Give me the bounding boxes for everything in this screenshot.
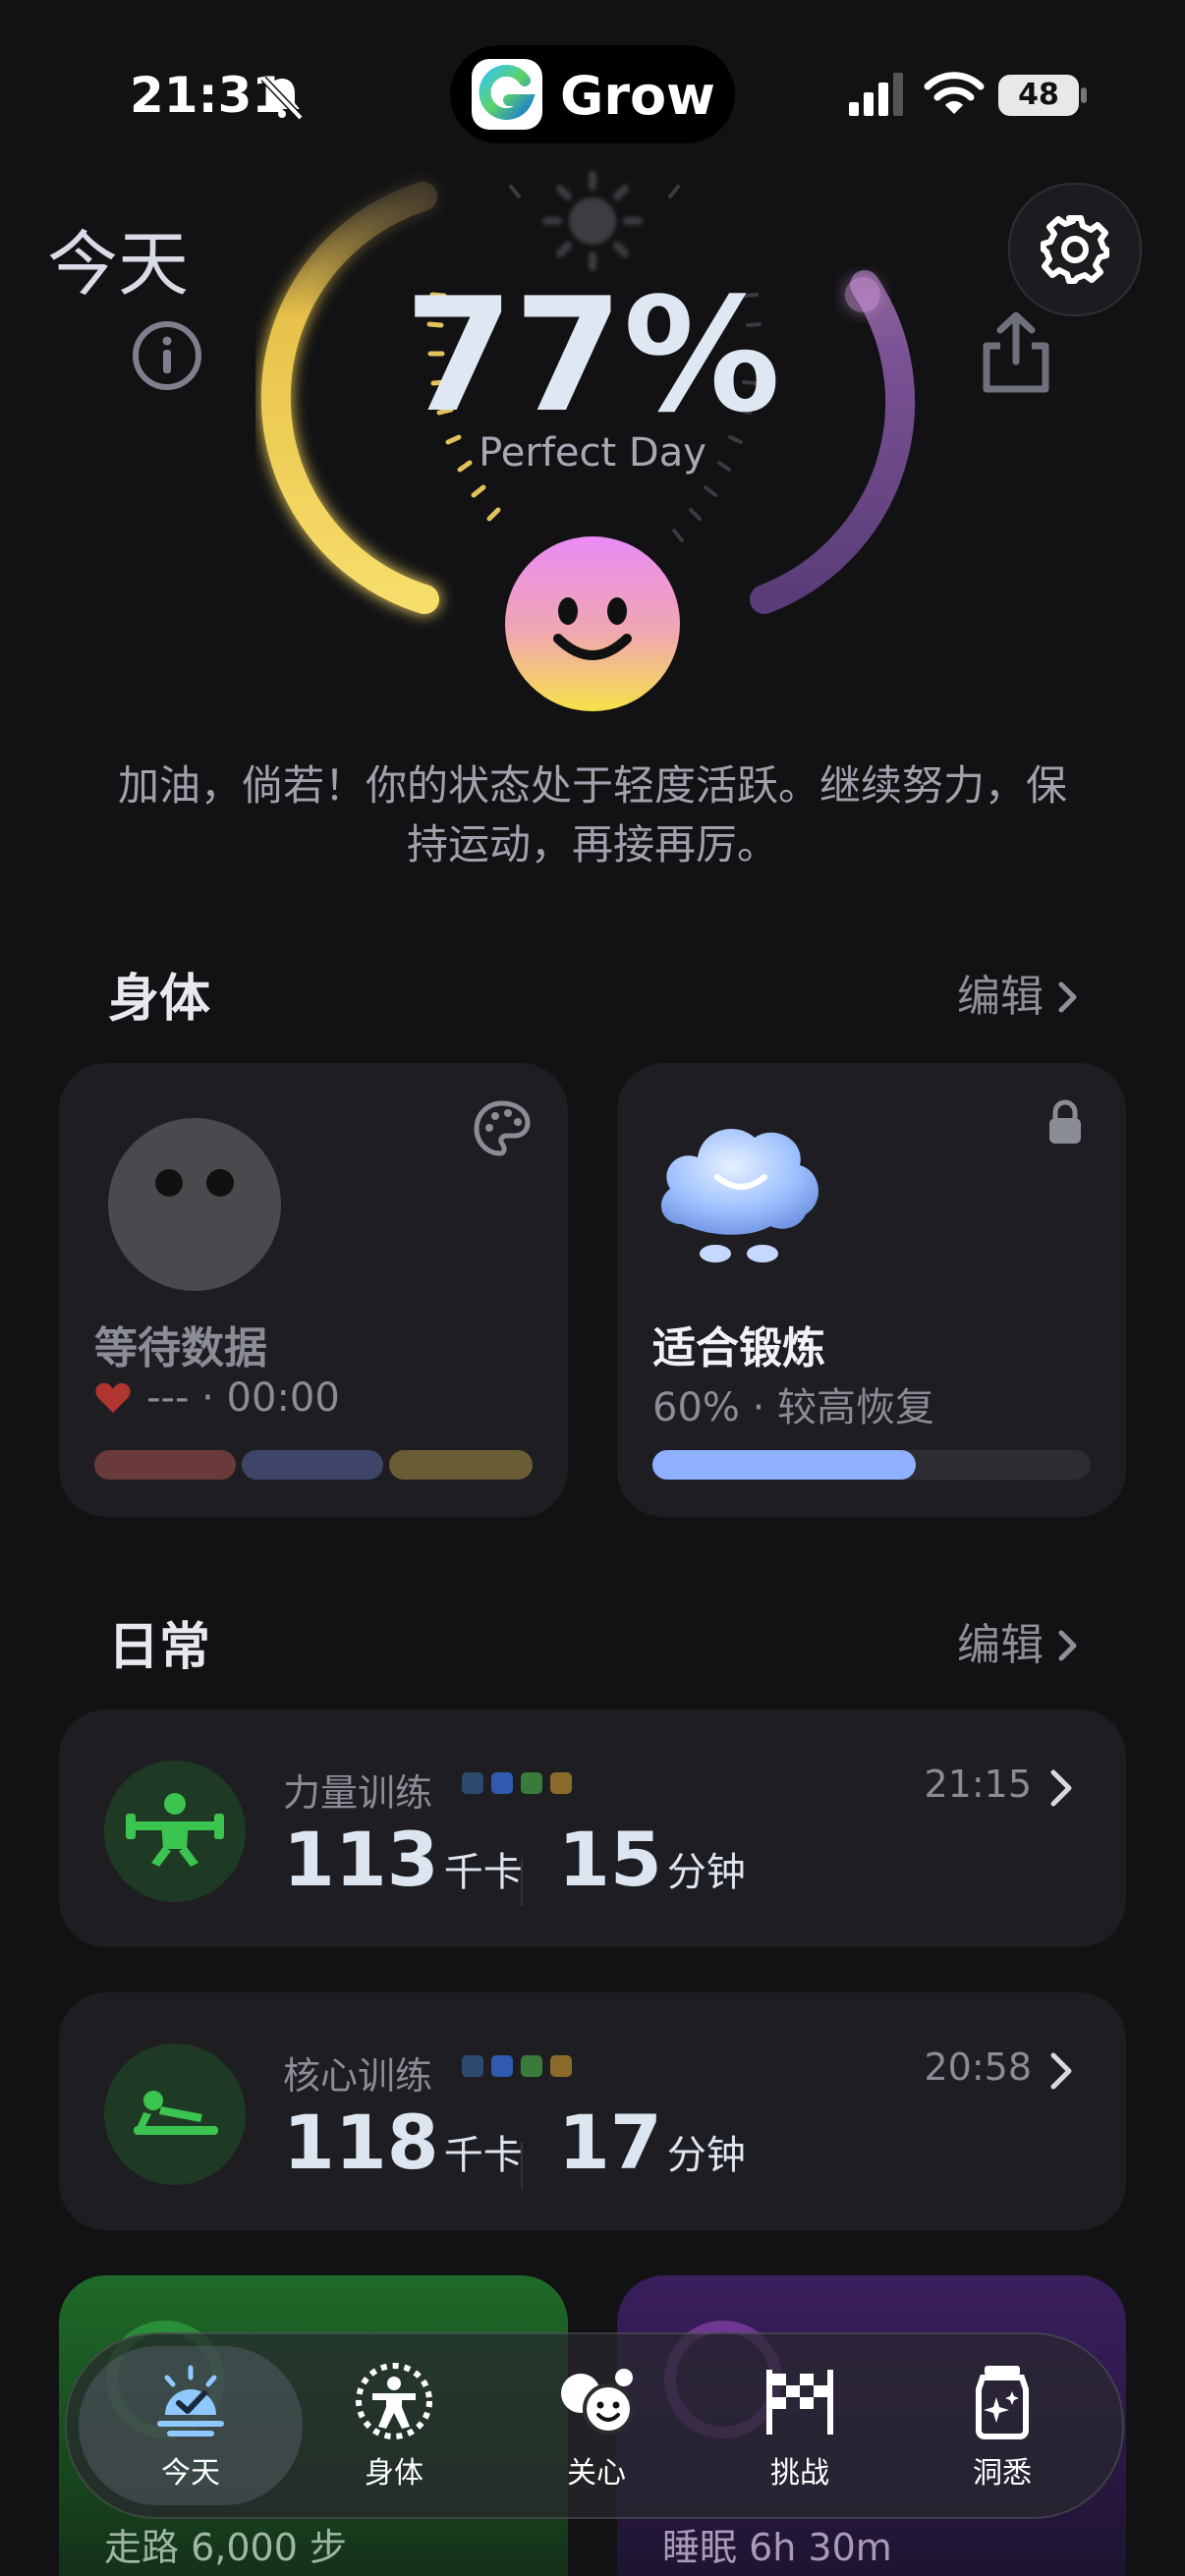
tab-label: 关心: [567, 2456, 626, 2491]
recovery-subtitle: 60% · 较高恢复: [652, 1385, 935, 1430]
steps-text: 走路 6,000 步: [104, 2526, 347, 2569]
cloud-mascot-icon: [660, 1128, 818, 1262]
workout-row-core[interactable]: 核心训练 20:58 118 千卡 17 分钟: [59, 1992, 1126, 2230]
stress-bar-yellow: [389, 1450, 533, 1480]
chevron-right-icon: [1058, 981, 1077, 1013]
daily-edit-button[interactable]: 编辑: [957, 1609, 1080, 1672]
core-training-icon: [104, 2044, 246, 2185]
edit-label: 编辑: [957, 972, 1044, 1022]
duration-value: 17 分钟: [558, 2099, 746, 2186]
workout-time: 20:58: [924, 2045, 1032, 2089]
heart-rate-text: --- · 00:00: [146, 1375, 340, 1421]
calories-number: 118: [283, 2099, 439, 2186]
battery-indicator: 48: [998, 75, 1079, 116]
sun-icon: [542, 171, 643, 271]
score-percent: 77%: [404, 263, 781, 447]
tab-label: 身体: [365, 2456, 423, 2491]
calories-value: 113 千卡: [283, 1816, 523, 1903]
edit-label: 编辑: [957, 1620, 1044, 1670]
stress-bar-red: [94, 1450, 236, 1480]
weightlifting-icon: [104, 1761, 246, 1902]
workout-time: 21:15: [924, 1763, 1032, 1806]
heart-icon: [95, 1382, 131, 1413]
score-label: Perfect Day: [479, 430, 706, 476]
divider: [521, 1859, 523, 1906]
waiting-data-title: 等待数据: [94, 1323, 267, 1373]
tab-insight[interactable]: 洞悉: [909, 2334, 1096, 2517]
status-message: 加油，倘若！你的状态处于轻度活跃。继续努力，保持运动，再接再厉。: [117, 761, 1067, 868]
workout-name: 核心训练: [283, 2054, 433, 2098]
sunrise-check-icon: [157, 2365, 224, 2436]
workout-name: 力量训练: [283, 1771, 433, 1815]
lock-icon[interactable]: [1045, 1098, 1085, 1146]
checkered-flag-icon: [766, 2370, 833, 2435]
tab-bar: 今天 身体 关心 挑战 洞悉: [65, 2332, 1124, 2519]
duration-value: 15 分钟: [558, 1816, 746, 1903]
calories-number: 113: [283, 1816, 439, 1903]
tab-care[interactable]: 关心: [503, 2334, 690, 2517]
body-edit-button[interactable]: 编辑: [957, 961, 1080, 1024]
calories-value: 118 千卡: [283, 2099, 523, 2186]
body-section-title: 身体: [108, 970, 211, 1029]
duration-unit: 分钟: [666, 2133, 746, 2178]
recovery-progress-fill: [652, 1450, 916, 1480]
exercise-title: 适合锻炼: [652, 1323, 825, 1373]
sleep-text: 睡眠 6h 30m: [662, 2526, 892, 2569]
duration-unit: 分钟: [666, 1850, 746, 1895]
daily-section-title: 日常: [108, 1618, 211, 1677]
intensity-dots: [462, 2055, 580, 2081]
smiley-face-icon[interactable]: [503, 534, 682, 713]
chevron-right-icon: [1050, 1769, 1072, 1807]
intensity-dots: [462, 1772, 580, 1798]
workout-row-strength[interactable]: 力量训练 21:15 113 千卡 15 分钟: [59, 1709, 1126, 1947]
tab-challenge[interactable]: 挑战: [706, 2334, 893, 2517]
chevron-right-icon: [1058, 1630, 1077, 1661]
palette-icon[interactable]: [472, 1098, 533, 1159]
stress-bar-blue: [242, 1450, 383, 1480]
tab-today[interactable]: 今天: [97, 2334, 284, 2517]
sparkle-jar-icon: [976, 2366, 1029, 2439]
chevron-right-icon: [1050, 2052, 1072, 2090]
heart-rate-info: --- · 00:00: [94, 1375, 340, 1421]
tab-label: 挑战: [770, 2456, 829, 2491]
tab-body[interactable]: 身体: [301, 2334, 487, 2517]
divider: [521, 2142, 523, 2189]
care-faces-icon: [561, 2369, 634, 2435]
tab-label: 今天: [161, 2456, 220, 2491]
waiting-data-card[interactable]: 等待数据 --- · 00:00: [59, 1063, 568, 1517]
body-figure-icon: [356, 2363, 432, 2439]
face-placeholder-icon: [108, 1118, 281, 1291]
duration-number: 17: [558, 2099, 662, 2186]
exercise-readiness-card[interactable]: 适合锻炼 60% · 较高恢复: [617, 1063, 1126, 1517]
tab-label: 洞悉: [973, 2456, 1032, 2491]
duration-number: 15: [558, 1816, 662, 1903]
recovery-progress-track: [652, 1450, 1091, 1480]
calories-unit: 千卡: [443, 2133, 523, 2178]
battery-nub: [1081, 87, 1087, 103]
calories-unit: 千卡: [443, 1850, 523, 1895]
